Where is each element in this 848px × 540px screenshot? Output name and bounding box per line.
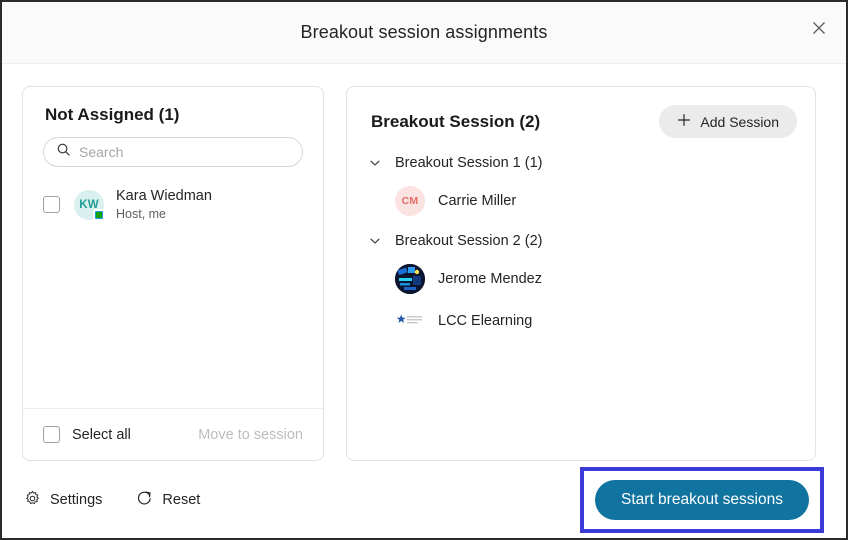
- search-box[interactable]: [43, 137, 303, 167]
- gear-icon: [24, 490, 41, 511]
- session-header[interactable]: Breakout Session 1 (1): [365, 152, 797, 174]
- page-title: Breakout session assignments: [300, 22, 548, 42]
- refresh-icon: [136, 490, 153, 511]
- session-name: Breakout Session 1 (1): [395, 155, 543, 171]
- list-item[interactable]: LCC Elearning: [395, 306, 797, 336]
- dialog-body: Not Assigned (1) KW Kara Wiedman: [2, 64, 846, 461]
- close-icon: [811, 20, 827, 36]
- search-icon: [56, 142, 79, 162]
- list-item[interactable]: CM Carrie Miller: [395, 186, 797, 216]
- move-to-session-button[interactable]: Move to session: [198, 427, 303, 443]
- avatar: CM: [395, 186, 425, 216]
- member-name: LCC Elearning: [438, 313, 533, 329]
- avatar: KW: [74, 189, 105, 221]
- start-breakout-sessions-button[interactable]: Start breakout sessions: [595, 480, 809, 520]
- dialog-window: Breakout session assignments Not Assigne…: [0, 0, 848, 540]
- not-assigned-heading: Not Assigned (1): [45, 105, 180, 124]
- not-assigned-footer: Select all Move to session: [23, 408, 323, 460]
- not-assigned-panel: Not Assigned (1) KW Kara Wiedman: [22, 86, 324, 461]
- participant-text: Kara Wiedman Host, me: [116, 187, 212, 223]
- breakout-sessions-panel: Breakout Session (2) Add Session Breakou…: [346, 86, 816, 461]
- participant-checkbox[interactable]: [43, 196, 60, 214]
- add-session-label: Add Session: [700, 113, 779, 130]
- list-item[interactable]: Jerome Mendez: [395, 264, 797, 294]
- participant-role: Host, me: [116, 207, 167, 222]
- breakout-heading: Breakout Session (2): [371, 111, 541, 131]
- dialog-header: Breakout session assignments: [2, 2, 846, 64]
- avatar: [395, 264, 425, 294]
- presence-badge-icon: [93, 208, 105, 221]
- select-all-label: Select all: [72, 426, 131, 443]
- settings-label: Settings: [50, 492, 103, 508]
- chevron-down-icon[interactable]: [367, 233, 383, 249]
- chevron-down-icon[interactable]: [367, 155, 383, 171]
- participant-name: Kara Wiedman: [116, 188, 212, 204]
- member-name: Jerome Mendez: [438, 271, 542, 287]
- settings-button[interactable]: Settings: [24, 490, 102, 511]
- avatar: [395, 306, 425, 336]
- select-all-checkbox[interactable]: [43, 426, 60, 443]
- reset-button[interactable]: Reset: [136, 490, 200, 511]
- dialog-footer: Settings Reset Start breakout sessions: [2, 461, 846, 539]
- highlight-annotation: Start breakout sessions: [580, 467, 824, 533]
- list-item[interactable]: KW Kara Wiedman Host, me: [39, 185, 307, 225]
- member-name: Carrie Miller: [438, 193, 517, 209]
- session-group: Breakout Session 1 (1) CM Carrie Miller: [365, 152, 797, 216]
- session-name: Breakout Session 2 (2): [395, 233, 543, 249]
- plus-icon: [677, 113, 691, 130]
- close-button[interactable]: [802, 11, 836, 45]
- breakout-header-row: Breakout Session (2) Add Session: [365, 105, 797, 138]
- search-input[interactable]: [79, 144, 290, 160]
- session-header[interactable]: Breakout Session 2 (2): [365, 230, 797, 252]
- add-session-button[interactable]: Add Session: [659, 105, 797, 138]
- session-group: Breakout Session 2 (2) Jerome Mendez LCC…: [365, 230, 797, 336]
- reset-label: Reset: [162, 492, 201, 508]
